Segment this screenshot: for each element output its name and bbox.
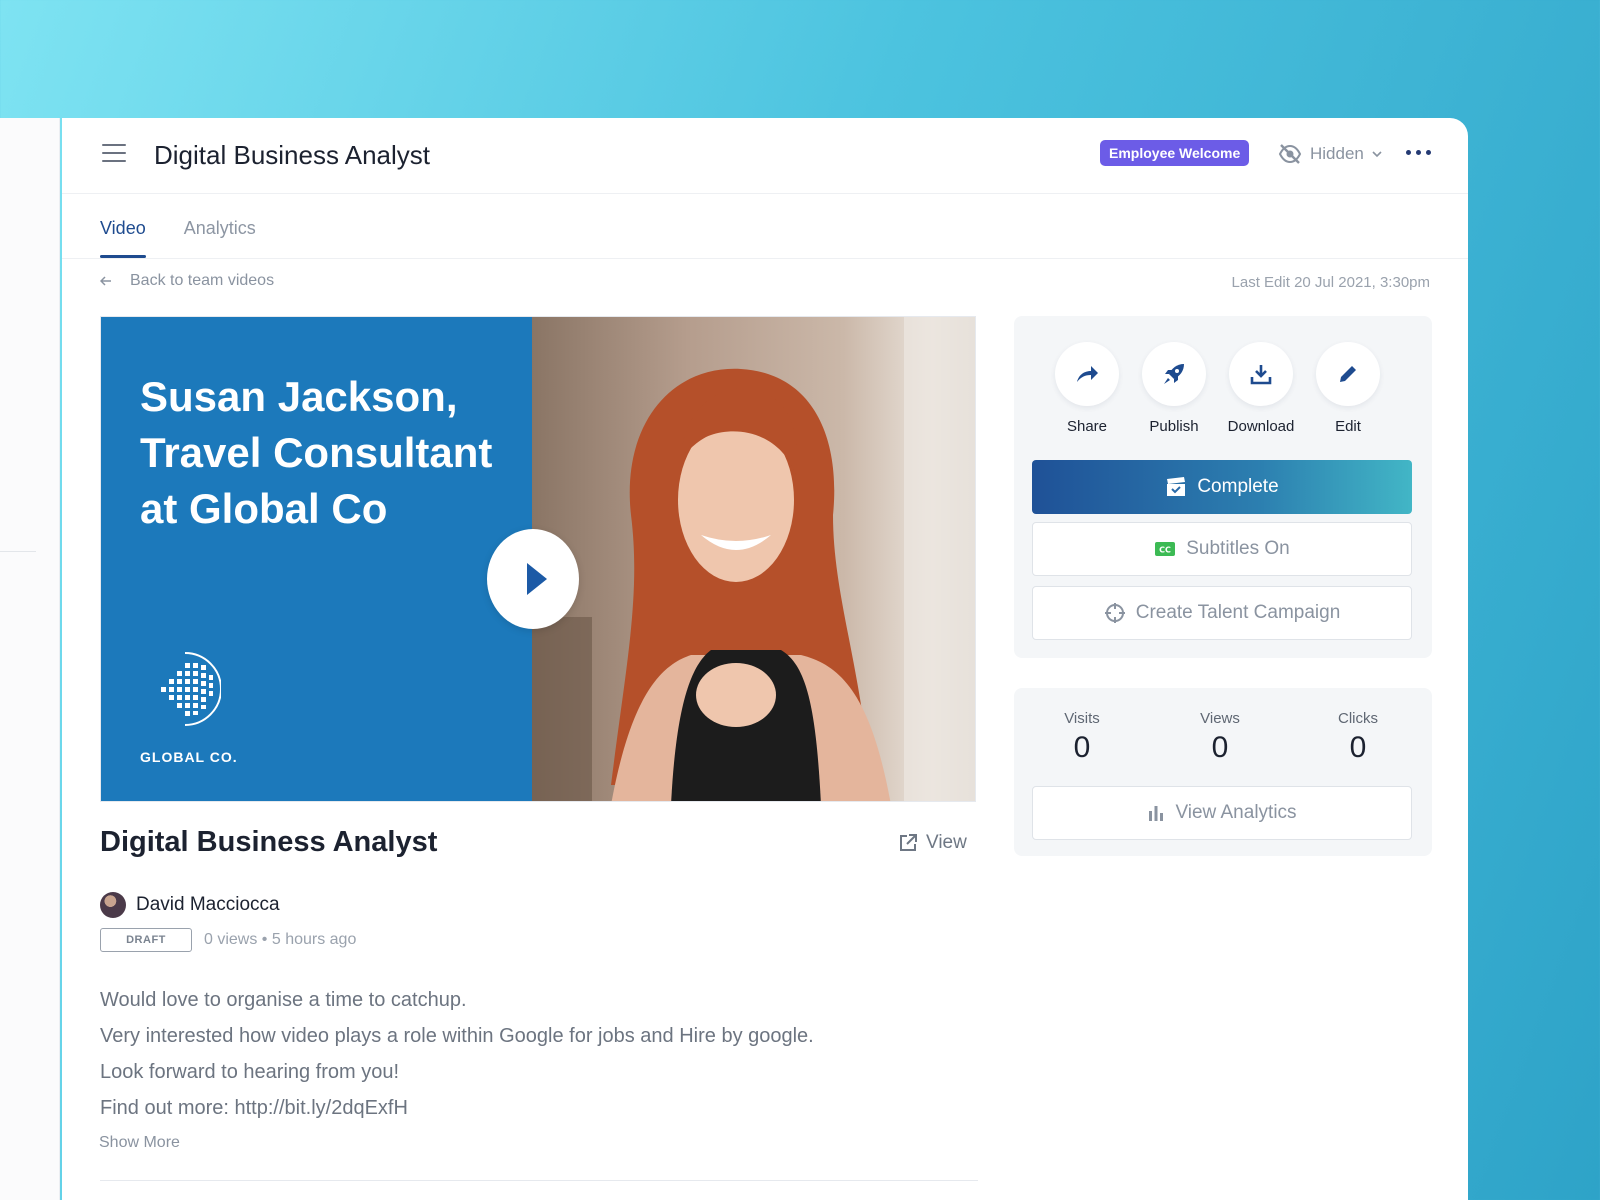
download-label: Download xyxy=(1227,418,1295,435)
crosshair-icon xyxy=(1104,603,1125,623)
subtitles-label: Subtitles On xyxy=(1186,538,1290,559)
author: David Macciocca xyxy=(100,892,280,918)
stat-value: 0 xyxy=(1073,731,1091,764)
edit-action[interactable]: Edit xyxy=(1303,342,1393,435)
video-meta: DRAFT 0 views • 5 hours ago xyxy=(100,928,356,952)
panel-divider xyxy=(0,551,36,552)
campaign-label: Create Talent Campaign xyxy=(1135,602,1341,623)
description-line: Very interested how video plays a role w… xyxy=(100,1025,814,1047)
globe-logo-icon xyxy=(161,652,221,726)
chevron-down-icon xyxy=(1372,151,1382,158)
tab-video[interactable]: Video xyxy=(100,204,146,258)
video-title: Digital Business Analyst xyxy=(100,826,438,858)
view-analytics-label: View Analytics xyxy=(1175,802,1297,823)
svg-text:CC: CC xyxy=(1159,546,1171,555)
share-label: Share xyxy=(1066,418,1108,435)
publish-action[interactable]: Publish xyxy=(1129,342,1219,435)
video-player[interactable]: Susan Jackson, Travel Consultant at Glob… xyxy=(100,316,976,802)
complete-button[interactable]: Complete xyxy=(1032,460,1412,514)
clapperboard-icon xyxy=(1167,477,1186,496)
stat-label: Visits xyxy=(1064,710,1100,727)
back-link-label: Back to team videos xyxy=(130,272,275,289)
stat-visits: Visits 0 xyxy=(1032,710,1132,765)
team-badge[interactable]: Employee Welcome xyxy=(1100,140,1250,166)
visibility-label: Hidden xyxy=(1310,144,1364,163)
stat-views: Views 0 xyxy=(1170,710,1270,765)
edit-label: Edit xyxy=(1335,418,1361,435)
description-line: Would love to organise a time to catchup… xyxy=(100,989,467,1011)
stats-card: Visits 0 Views 0 Clicks 0 View Analytics xyxy=(1014,688,1432,856)
page-title: Digital Business Analyst xyxy=(154,140,431,170)
stat-label: Views xyxy=(1200,710,1240,727)
download-action[interactable]: Download xyxy=(1216,342,1306,435)
tab-bar: Video Analytics xyxy=(100,204,256,258)
play-button[interactable] xyxy=(487,529,579,629)
share-action[interactable]: Share xyxy=(1042,342,1132,435)
actions-card: Share Publish Download Edit Complete CC … xyxy=(1014,316,1432,658)
back-to-team-videos-link[interactable]: Back to team videos xyxy=(100,272,274,290)
tabs-divider xyxy=(62,258,1468,259)
share-icon xyxy=(1077,366,1098,382)
arrow-left-icon xyxy=(100,276,111,286)
subtitles-button[interactable]: CC Subtitles On xyxy=(1032,522,1412,576)
description-line: Look forward to hearing from you! xyxy=(100,1061,400,1083)
video-detail-window: Digital Business Analyst Employee Welcom… xyxy=(62,118,1468,1200)
complete-label: Complete xyxy=(1197,476,1279,497)
video-title-card: Susan Jackson, Travel Consultant at Glob… xyxy=(101,317,532,801)
tab-analytics[interactable]: Analytics xyxy=(184,204,256,258)
background-app-panel xyxy=(0,118,60,1200)
logo-wordmark: GLOBAL CO. xyxy=(140,749,238,765)
last-edit-timestamp: Last Edit 20 Jul 2021, 3:30pm xyxy=(1231,274,1430,291)
author-name: David Macciocca xyxy=(136,894,280,915)
view-link[interactable]: View xyxy=(898,832,967,854)
avatar xyxy=(100,892,126,918)
presenter-figure xyxy=(611,368,891,801)
more-options-icon[interactable] xyxy=(1406,150,1431,155)
hamburger-menu-icon[interactable] xyxy=(102,144,126,164)
views-and-age: 0 views • 5 hours ago xyxy=(204,931,357,948)
stat-label: Clicks xyxy=(1338,710,1378,727)
publish-label: Publish xyxy=(1149,418,1199,435)
external-link-icon xyxy=(900,834,917,851)
rocket-icon xyxy=(1164,364,1184,384)
eye-slash-icon xyxy=(1278,144,1302,164)
visibility-dropdown[interactable]: Hidden xyxy=(1278,140,1382,168)
bar-chart-icon xyxy=(1149,806,1164,821)
download-icon xyxy=(1250,365,1272,385)
pencil-icon xyxy=(1340,366,1356,382)
view-analytics-button[interactable]: View Analytics xyxy=(1032,786,1412,840)
video-headline: Susan Jackson, Travel Consultant at Glob… xyxy=(140,373,493,532)
video-description: Would love to organise a time to catchup… xyxy=(100,982,814,1126)
description-line: Find out more: http://bit.ly/2dqExfH xyxy=(100,1097,408,1119)
stat-value: 0 xyxy=(1211,731,1229,764)
status-badge: DRAFT xyxy=(100,928,192,952)
show-more-link[interactable]: Show More xyxy=(99,1134,180,1152)
closed-captions-icon: CC xyxy=(1155,542,1176,556)
content-divider xyxy=(100,1180,978,1181)
stat-value: 0 xyxy=(1349,731,1367,764)
top-bar: Digital Business Analyst Employee Welcom… xyxy=(62,118,1468,194)
create-talent-campaign-button[interactable]: Create Talent Campaign xyxy=(1032,586,1412,640)
view-link-label: View xyxy=(926,832,967,853)
stat-clicks: Clicks 0 xyxy=(1308,710,1408,765)
